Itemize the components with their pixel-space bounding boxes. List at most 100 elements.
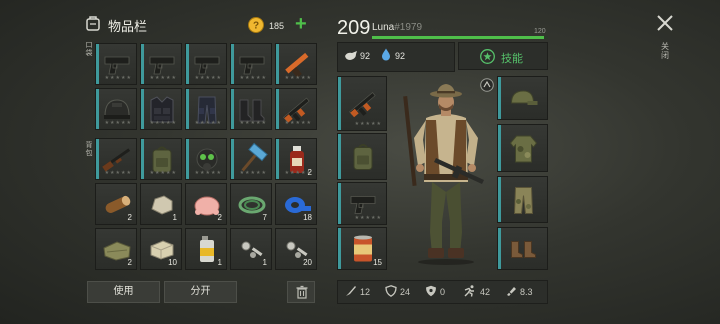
camo-pants-icon <box>513 187 534 214</box>
character-model <box>396 82 496 266</box>
skills-button[interactable]: 技能 <box>458 42 548 70</box>
backpack-icon <box>84 14 102 32</box>
quality-stars: ★★★★★ <box>194 75 222 81</box>
coin-count: 185 <box>269 21 285 31</box>
equipment-slot[interactable]: ★★★★★ <box>337 76 387 131</box>
boots-icon <box>511 241 536 258</box>
item-quantity: 10 <box>168 258 177 267</box>
attack-value: 12 <box>360 287 371 297</box>
inventory-title: 物品栏 <box>108 19 148 34</box>
weight-value: 8.3 <box>520 287 533 297</box>
armor-stat: 0 <box>425 285 445 299</box>
svg-text:?: ? <box>253 21 259 32</box>
defense-stat: 24 <box>385 285 410 299</box>
item-quantity: 2 <box>217 213 222 222</box>
equipment-slot[interactable] <box>337 133 387 180</box>
food-value: 92 <box>360 51 371 61</box>
water-icon <box>381 48 391 61</box>
pocket-slot[interactable]: ★★★★★ <box>185 43 227 85</box>
split-button[interactable]: 分开 <box>164 281 237 303</box>
quality-stars: ★★★★★ <box>149 170 177 176</box>
running-icon <box>463 285 477 299</box>
armor-value: 0 <box>440 287 446 297</box>
player-name: Luna#1979 <box>372 22 422 33</box>
backpack-slot[interactable]: ★★★★★ 2 <box>275 138 317 180</box>
item-quantity: 1 <box>262 258 267 267</box>
quality-stars: ★★★★★ <box>239 170 267 176</box>
equipment-slot[interactable]: ★★★★★ <box>337 182 387 225</box>
attack-stat: 12 <box>345 285 370 299</box>
gear-slot[interactable] <box>497 227 548 270</box>
trash-button[interactable] <box>287 281 315 303</box>
backpack-slot[interactable]: ★★★★★ <box>95 138 137 180</box>
player-name-text: Luna <box>372 22 395 33</box>
backpack-slot[interactable]: 2 <box>95 183 137 225</box>
backpack-slot[interactable]: 10 <box>140 228 182 270</box>
knife-icon <box>345 285 357 299</box>
item-quantity: 20 <box>303 258 312 267</box>
pocket-slot[interactable]: ★★★★★ <box>140 43 182 85</box>
xp-bar-fill <box>372 36 545 39</box>
camo-jacket-icon <box>509 135 538 163</box>
use-button[interactable]: 使用 <box>87 281 160 303</box>
pocket-slot[interactable]: ★★★★★ <box>95 43 137 85</box>
quality-stars: ★★★★★ <box>104 75 132 81</box>
close-label[interactable]: 关闭 <box>660 42 670 60</box>
item-quantity: 18 <box>303 213 312 222</box>
backpack-slot[interactable]: 18 <box>275 183 317 225</box>
item-quantity: 15 <box>373 258 382 267</box>
speed-stat: 42 <box>463 285 490 299</box>
backpack-slot[interactable]: ★★★★★ <box>140 138 182 180</box>
backpack-slot[interactable]: ★★★★★ <box>185 138 227 180</box>
quality-stars: ★★★★★ <box>149 75 177 81</box>
backpack-slot[interactable]: 1 <box>140 183 182 225</box>
coin-icon: ? <box>248 17 264 33</box>
gear-slot[interactable] <box>497 176 548 223</box>
pocket-slot[interactable]: ★★★★★ <box>230 88 272 130</box>
food-icon <box>344 49 358 61</box>
backpack-label: 背包 <box>85 142 93 157</box>
item-quantity: 2 <box>127 258 132 267</box>
gear-slot[interactable] <box>497 124 548 172</box>
star-icon <box>480 49 495 64</box>
item-quantity: 2 <box>127 213 132 222</box>
pocket-slot[interactable]: ★★★★★ <box>95 88 137 130</box>
backpack-slot[interactable]: 2 <box>95 228 137 270</box>
quality-stars: ★★★★★ <box>354 215 382 221</box>
add-coins-button[interactable]: + <box>295 13 307 35</box>
pocket-slot[interactable]: ★★★★★ <box>275 88 317 130</box>
quality-stars: ★★★★★ <box>104 170 132 176</box>
backpack-slot[interactable]: 1 <box>185 228 227 270</box>
equipment-slot[interactable]: 15 <box>337 227 387 270</box>
close-icon[interactable] <box>656 14 674 32</box>
pocket-slot[interactable]: ★★★★★ <box>230 43 272 85</box>
backpack-slot[interactable]: 2 <box>185 183 227 225</box>
backpack-slot[interactable]: ★★★★★ <box>230 138 272 180</box>
item-quantity: 1 <box>217 258 222 267</box>
weight-stat: 8.3 <box>505 285 533 299</box>
skills-label: 技能 <box>501 53 523 65</box>
armor-shield-icon <box>425 285 437 299</box>
item-quantity: 2 <box>307 168 312 177</box>
player-id: #1979 <box>394 22 423 33</box>
backpack-slot[interactable]: 1 <box>230 228 272 270</box>
defense-value: 24 <box>400 287 411 297</box>
xp-bar <box>372 36 548 39</box>
backpack-slot[interactable]: 7 <box>230 183 272 225</box>
pocket-slot[interactable]: ★★★★★ <box>275 43 317 85</box>
quality-stars: ★★★★★ <box>104 120 132 126</box>
speed-value: 42 <box>480 287 491 297</box>
water-value: 92 <box>395 51 406 61</box>
xp-max: 120 <box>534 28 546 35</box>
pocket-slot[interactable]: ★★★★★ <box>140 88 182 130</box>
quality-stars: ★★★★★ <box>239 120 267 126</box>
quality-stars: ★★★★★ <box>194 120 222 126</box>
gear-slot[interactable] <box>497 76 548 120</box>
backpack-slot[interactable]: 20 <box>275 228 317 270</box>
pocket-slot[interactable]: ★★★★★ <box>185 88 227 130</box>
player-level: 209 <box>337 17 371 39</box>
weight-icon <box>505 285 517 299</box>
shield-icon <box>385 285 397 299</box>
backpack-icon <box>353 144 373 170</box>
military-cap-icon <box>510 90 538 105</box>
